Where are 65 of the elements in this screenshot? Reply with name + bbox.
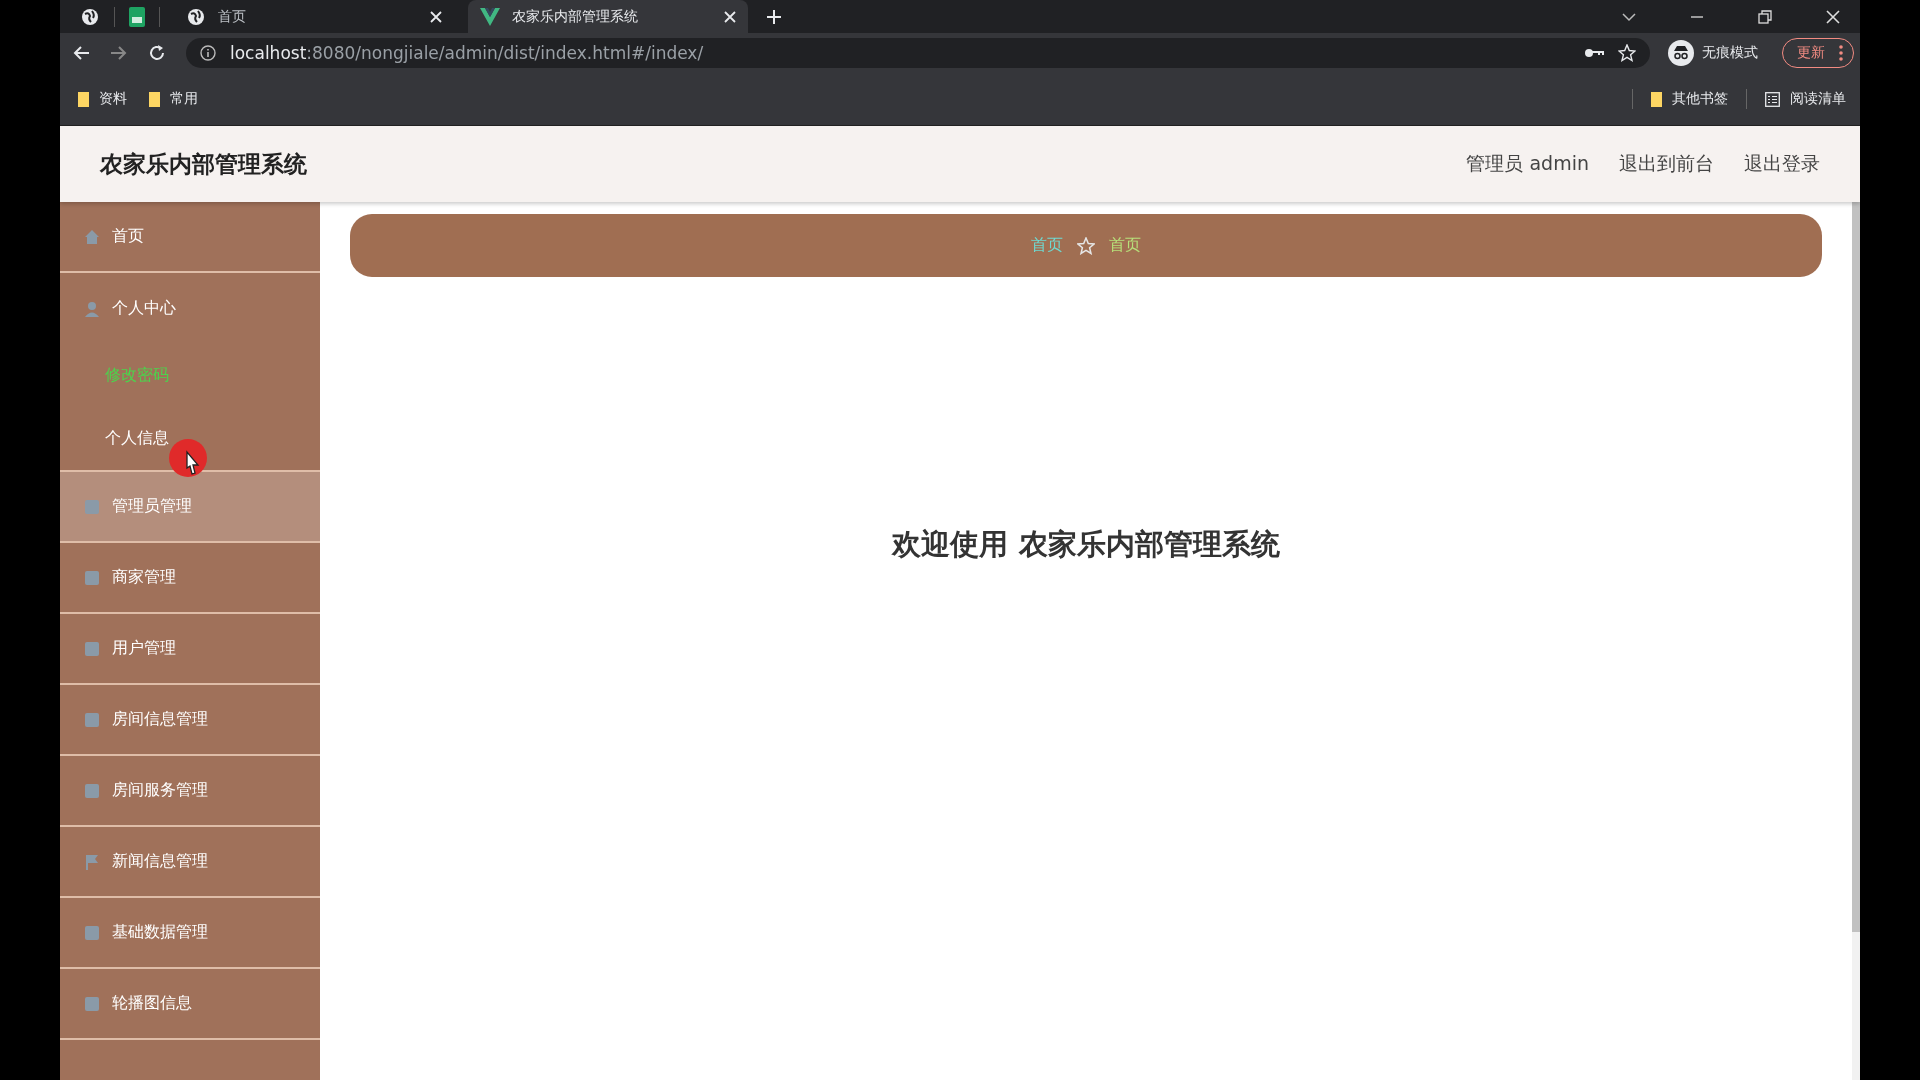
more-icon[interactable]: [1839, 45, 1843, 61]
breadcrumb-link[interactable]: 首页: [1031, 235, 1063, 256]
sidebar-item[interactable]: 个人中心: [60, 273, 320, 344]
sidebar-item[interactable]: 商家管理: [60, 543, 320, 614]
user-label: 管理员 admin: [1466, 151, 1589, 176]
browser-tab[interactable]: 首页: [174, 0, 454, 33]
address-field[interactable]: localhost:8080/nongjiale/admin/dist/index.html#/index/: [186, 38, 1650, 68]
sidebar-item[interactable]: 轮播图信息: [60, 969, 320, 1040]
submenu-item[interactable]: 修改密码: [60, 344, 320, 407]
home-icon: [84, 228, 100, 245]
flag-icon: [84, 853, 100, 870]
menu-item-icon: [84, 640, 100, 657]
back-icon[interactable]: [72, 45, 90, 61]
incognito-icon: [1668, 40, 1694, 66]
menu-item-icon: [84, 711, 100, 728]
header-link[interactable]: 退出到前台: [1619, 151, 1714, 177]
profile-button[interactable]: 无痕模式: [1664, 40, 1762, 66]
folder-icon: [149, 91, 160, 107]
folder-icon: [78, 91, 89, 107]
breadcrumb-link[interactable]: 首页: [1109, 235, 1141, 256]
tab-title: 农家乐内部管理系统: [512, 7, 639, 26]
menu-item-icon: [84, 995, 100, 1012]
v-logo-icon: [480, 7, 500, 26]
key-icon[interactable]: [1584, 47, 1604, 59]
profile-label: 无痕模式: [1702, 44, 1758, 62]
folder-icon: [1651, 91, 1662, 107]
app-title: 农家乐内部管理系统: [100, 149, 307, 179]
submenu-item[interactable]: 个人信息: [60, 407, 320, 470]
new-tab-icon[interactable]: [766, 8, 782, 25]
bookmark-folder[interactable]: 常用: [145, 90, 202, 108]
bookmark-folder[interactable]: 资料: [74, 90, 131, 108]
tab-title: 首页: [218, 7, 247, 26]
welcome-heading: 欢迎使用 农家乐内部管理系统: [892, 526, 1280, 563]
user-icon: [84, 300, 100, 317]
info-icon: [200, 45, 216, 61]
scrollbar[interactable]: [1852, 202, 1860, 1080]
sidebar-item[interactable]: 房间服务管理: [60, 756, 320, 827]
menu-item-icon: [84, 569, 100, 586]
menu-item-icon: [84, 782, 100, 799]
browser-tab[interactable]: 农家乐内部管理系统: [468, 0, 748, 33]
header-link[interactable]: 退出登录: [1744, 151, 1820, 177]
bookmark-folder[interactable]: 其他书签: [1647, 90, 1732, 108]
close-icon[interactable]: [430, 10, 442, 23]
sidebar-item[interactable]: 基础数据管理: [60, 898, 320, 969]
url-text: localhost:8080/nongjiale/admin/dist/index.html#/index/: [230, 43, 704, 63]
sidebar-item[interactable]: 新闻信息管理: [60, 827, 320, 898]
list-icon: [1765, 91, 1780, 107]
close-icon[interactable]: [724, 10, 736, 23]
sidebar-item[interactable]: 管理员管理: [60, 472, 320, 543]
forward-icon[interactable]: [110, 45, 128, 61]
globe-icon: [186, 6, 206, 27]
sidebar-item[interactable]: 首页: [60, 202, 320, 273]
globe-icon[interactable]: [80, 6, 100, 27]
restore-icon[interactable]: [1758, 9, 1772, 24]
sheet-icon[interactable]: [129, 6, 145, 27]
menu-item-icon: [84, 498, 100, 515]
chevron-down-icon[interactable]: [1622, 11, 1636, 22]
close-icon[interactable]: [1826, 9, 1840, 24]
menu-item-icon: [84, 924, 100, 941]
star-icon[interactable]: [1618, 44, 1636, 62]
reading-list-button[interactable]: 阅读清单: [1761, 90, 1850, 108]
reload-icon[interactable]: [148, 44, 166, 62]
star-icon: [1077, 236, 1095, 255]
sidebar-item[interactable]: 用户管理: [60, 614, 320, 685]
sidebar-item[interactable]: 房间信息管理: [60, 685, 320, 756]
